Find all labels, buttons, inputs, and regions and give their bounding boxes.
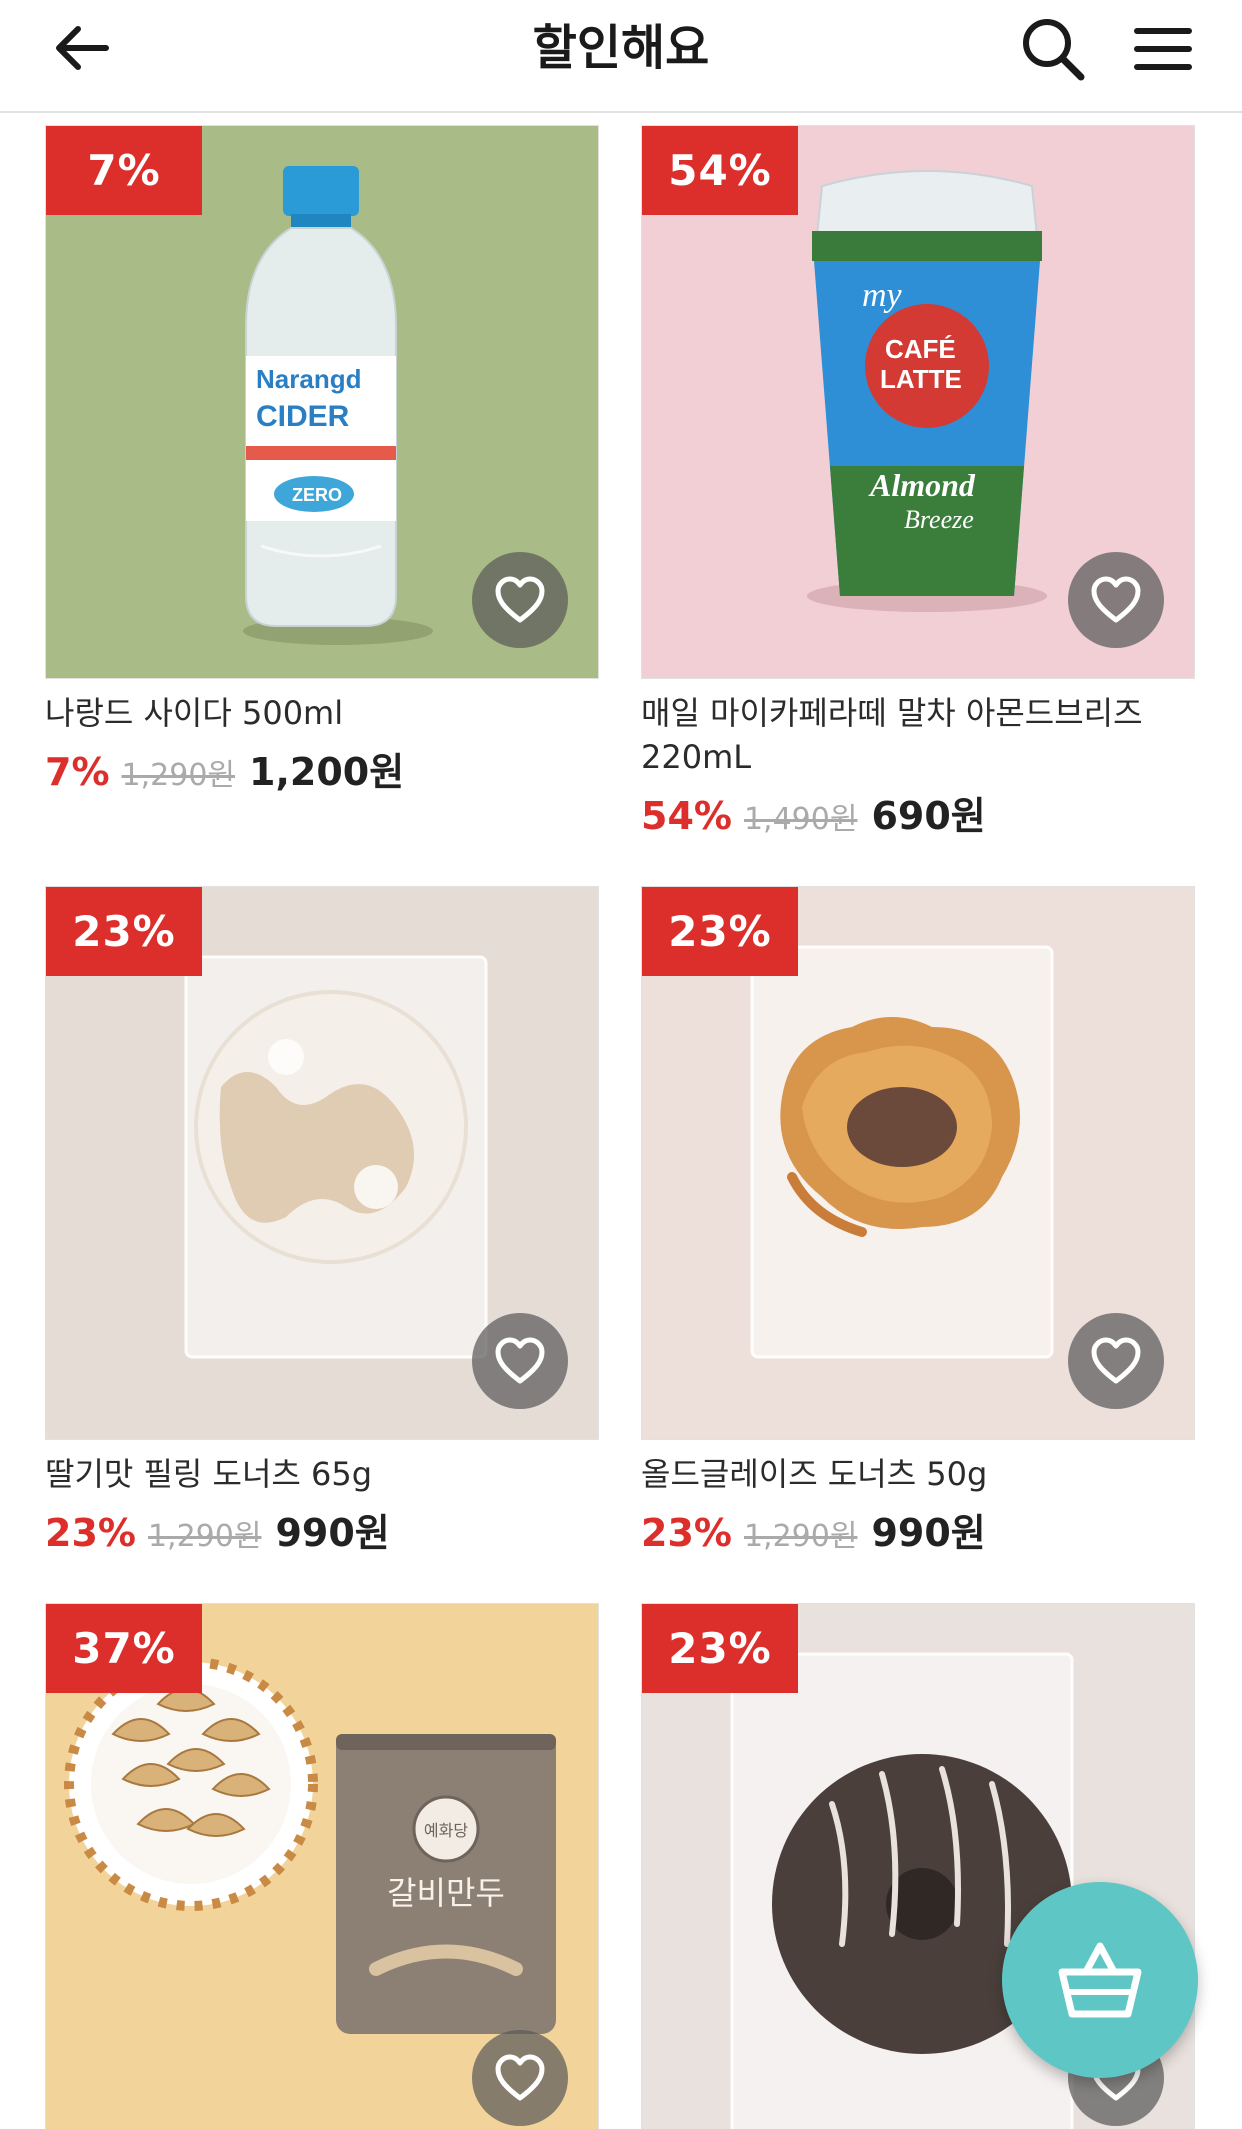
product-grid: Narangd CIDER ZERO 7% 나랑드 사이다 500ml 7% 1,290원 1… — [0, 113, 1242, 2129]
product-card[interactable]: 23% 딸기맛 필링 도너츠 65g 23% 1,290원 990원 — [45, 886, 599, 1557]
basket-icon — [1058, 1942, 1142, 2018]
sale-price: 1,200원 — [249, 750, 405, 794]
product-card[interactable]: my CAFÉ LATTE Almond Breeze 54% 매일 마이카페라떼 말차 아… — [641, 125, 1195, 840]
svg-text:갈비만두: 갈비만두 — [387, 1874, 505, 1912]
svg-text:Breeze: Breeze — [904, 505, 974, 534]
wishlist-heart-button[interactable] — [1068, 552, 1164, 648]
heart-icon — [495, 576, 545, 623]
wishlist-heart-button[interactable] — [472, 2030, 568, 2126]
discount-rate: 23% — [45, 1511, 136, 1555]
heart-icon — [495, 1337, 545, 1384]
sale-price: 990원 — [275, 1511, 390, 1555]
hamburger-menu-icon[interactable] — [1128, 14, 1198, 84]
svg-text:Almond: Almond — [868, 467, 976, 503]
discount-rate: 23% — [641, 1511, 732, 1555]
price-row: 7% 1,290원 1,200원 — [45, 741, 599, 796]
svg-text:Narangd: Narangd — [256, 364, 361, 394]
search-icon[interactable] — [1018, 14, 1088, 84]
product-name[interactable]: 나랑드 사이다 500ml — [45, 691, 599, 735]
discount-rate: 54% — [641, 794, 732, 838]
wishlist-heart-button[interactable] — [1068, 1313, 1164, 1409]
product-name[interactable]: 딸기맛 필링 도너츠 65g — [45, 1452, 599, 1496]
discount-badge: 23% — [642, 887, 798, 976]
original-price: 1,490원 — [743, 802, 858, 837]
price-row: 23% 1,290원 990원 — [641, 1502, 1195, 1557]
original-price: 1,290원 — [121, 758, 235, 793]
price-row: 23% 1,290원 990원 — [45, 1502, 599, 1557]
heart-icon — [1091, 576, 1141, 623]
price-row: 54% 1,490원 690원 — [641, 785, 1195, 840]
svg-text:ZERO: ZERO — [292, 485, 342, 505]
product-card[interactable]: 23% 올드글레이즈 도너츠 50g 23% 1,290원 990원 — [641, 886, 1195, 1557]
top-bar: 할인해요 — [0, 0, 1242, 113]
discount-badge: 23% — [46, 887, 202, 976]
heart-icon — [495, 2054, 545, 2101]
product-image[interactable]: my CAFÉ LATTE Almond Breeze 54% — [641, 125, 1195, 679]
product-image[interactable]: 예화당갈비만두 37% — [45, 1603, 599, 2129]
discount-badge: 23% — [642, 1604, 798, 1693]
discount-badge: 37% — [46, 1604, 202, 1693]
product-card[interactable]: Narangd CIDER ZERO 7% 나랑드 사이다 500ml 7% 1,290원 1… — [45, 125, 599, 796]
product-image[interactable]: 23% — [641, 886, 1195, 1440]
heart-icon — [1091, 1337, 1141, 1384]
discount-badge: 7% — [46, 126, 202, 215]
sale-price: 690원 — [871, 794, 986, 838]
svg-text:CAFÉ: CAFÉ — [885, 334, 956, 364]
basket-button[interactable] — [1002, 1882, 1198, 2078]
product-name[interactable]: 매일 마이카페라떼 말차 아몬드브리즈 220mL — [641, 691, 1195, 779]
product-image[interactable]: 23% — [45, 886, 599, 1440]
discount-badge: 54% — [642, 126, 798, 215]
svg-text:LATTE: LATTE — [880, 364, 962, 394]
sale-price: 990원 — [871, 1511, 986, 1555]
product-image[interactable]: Narangd CIDER ZERO 7% — [45, 125, 599, 679]
wishlist-heart-button[interactable] — [472, 1313, 568, 1409]
product-name[interactable]: 올드글레이즈 도너츠 50g — [641, 1452, 1195, 1496]
svg-text:CIDER: CIDER — [256, 400, 350, 433]
svg-text:my: my — [862, 277, 903, 314]
svg-text:예화당: 예화당 — [424, 1821, 468, 1840]
original-price: 1,290원 — [147, 1519, 262, 1554]
discount-rate: 7% — [45, 750, 110, 794]
wishlist-heart-button[interactable] — [472, 552, 568, 648]
original-price: 1,290원 — [743, 1519, 858, 1554]
product-card[interactable]: 예화당갈비만두 37% — [45, 1603, 599, 2129]
